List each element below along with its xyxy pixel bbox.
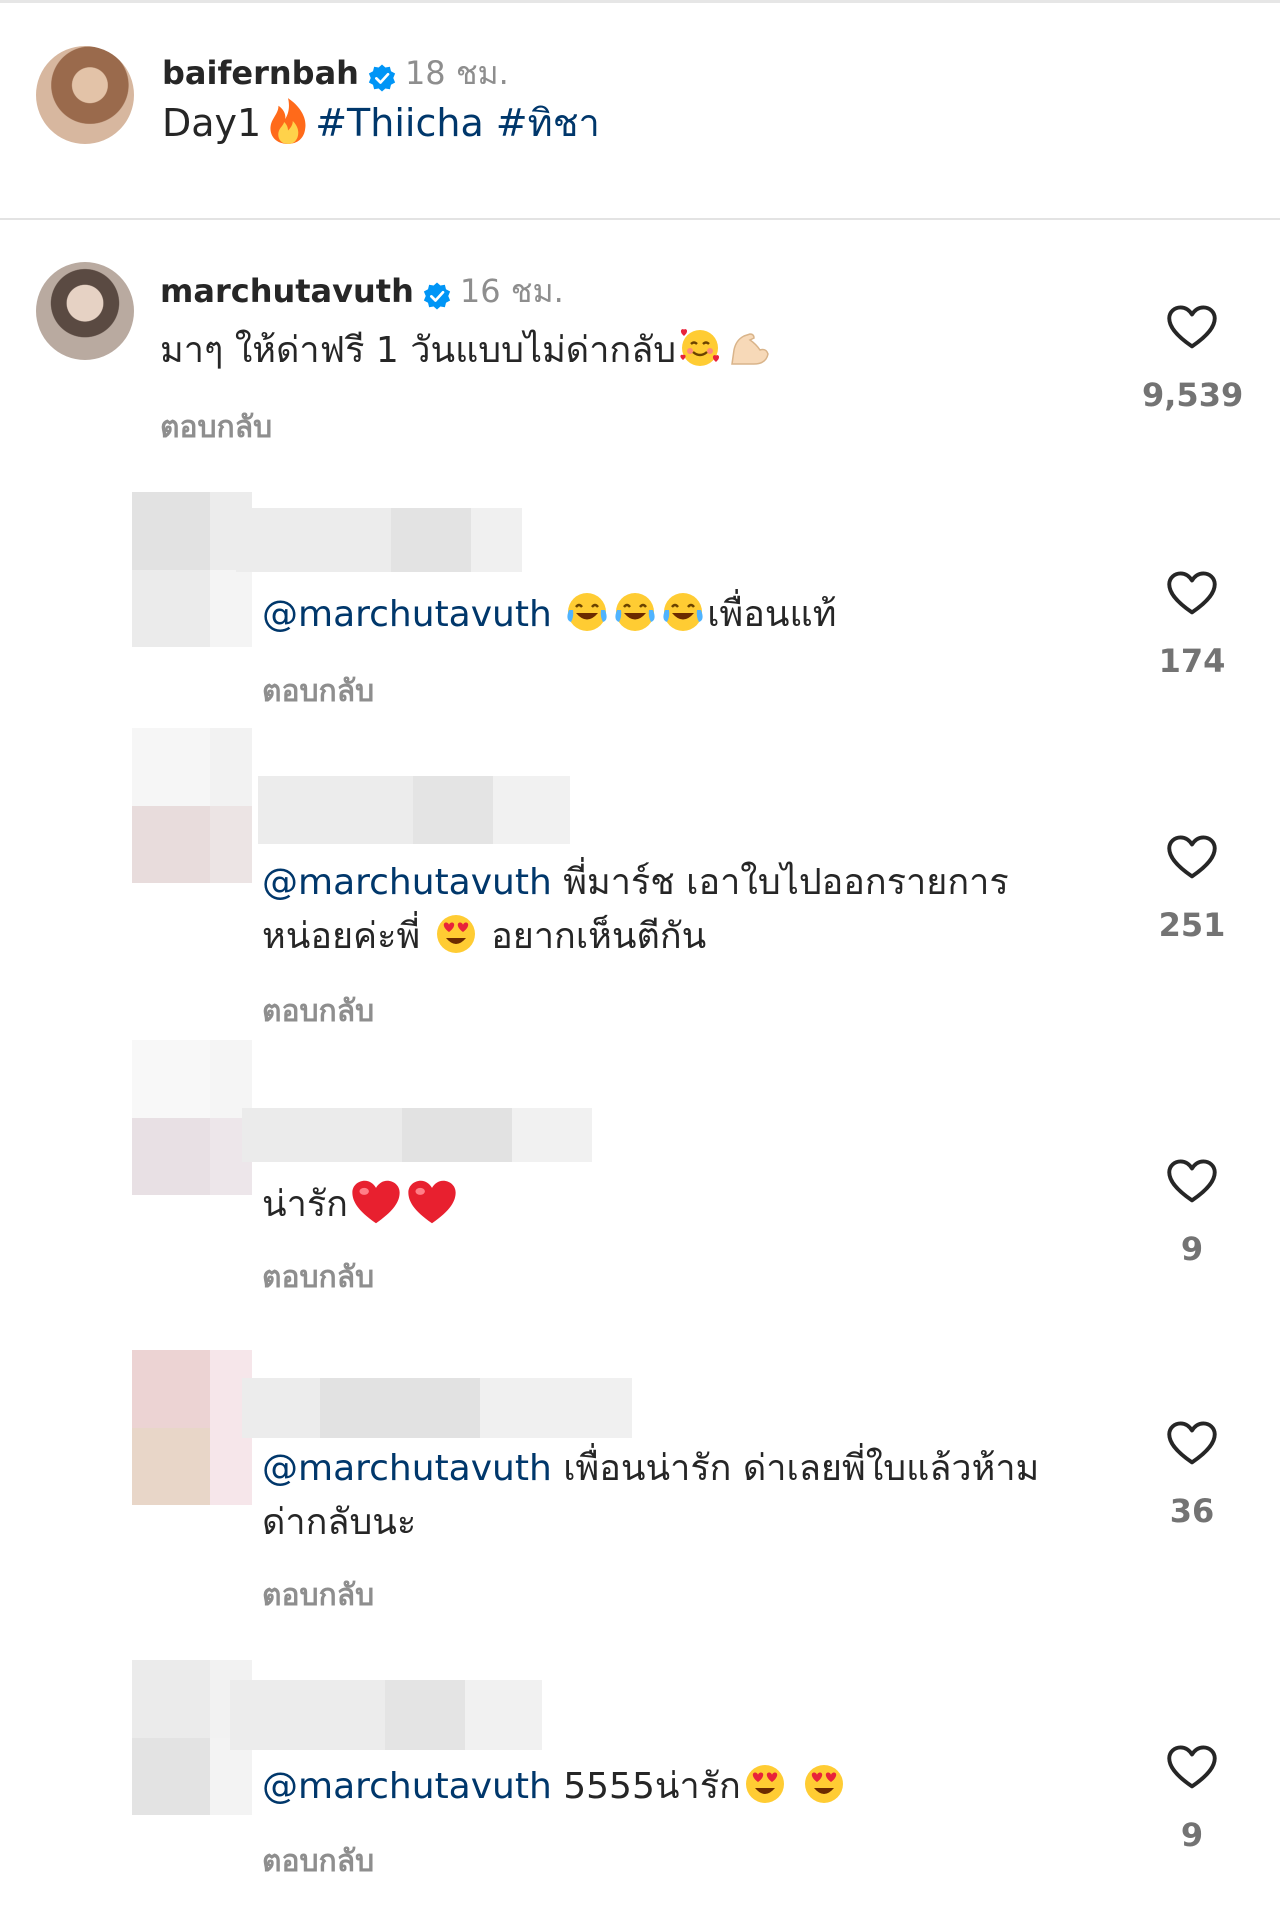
like-count[interactable]: 36 (1142, 1492, 1242, 1530)
heart-eyes-icon (743, 1762, 787, 1806)
username (236, 508, 522, 572)
post-caption: baifernbah 18 ชม. Day1 #Thiicha #ทิชา (36, 46, 1236, 156)
comment-item: @marchutavuth พี่มาร์ช เอาใบไปออกรายการ … (0, 728, 1280, 1048)
comment-text-line: @marchutavuth พี่มาร์ช เอาใบไปออกรายการ (262, 856, 1009, 910)
fire-icon (267, 96, 309, 155)
username (258, 776, 570, 844)
mention-link[interactable]: @marchutavuth (262, 862, 552, 903)
like-count[interactable]: 251 (1142, 906, 1242, 944)
comment-item: @marchutavuth 5555น่ารัก ตอบกลับ 9 (0, 1660, 1280, 1908)
like-block: 9,539 (1142, 302, 1243, 414)
like-block: 9 (1142, 1156, 1242, 1268)
comment-text: อยากเห็นตีกัน (491, 916, 707, 957)
like-count[interactable]: 9 (1142, 1816, 1242, 1854)
avatar[interactable] (36, 262, 134, 360)
username (242, 1378, 632, 1438)
username (242, 1108, 592, 1162)
timestamp: 16 ชม. (459, 272, 564, 310)
like-block: 9 (1142, 1742, 1242, 1854)
comment-text: 5555น่ารัก (563, 1766, 741, 1807)
avatar[interactable] (36, 46, 134, 144)
comment-header: marchutavuth 16 ชม. (160, 266, 564, 317)
comment-text-line: มาๆ ให้ด่าฟรี 1 วันแบบไม่ด่ากลับ (160, 324, 772, 378)
caption-text-line: Day1 #Thiicha #ทิชา (162, 92, 600, 155)
divider (0, 218, 1280, 220)
like-block: 36 (1142, 1418, 1242, 1530)
hashtags[interactable]: #Thiicha #ทิชา (315, 101, 600, 145)
red-heart-icon (350, 1176, 402, 1228)
heart-icon[interactable] (1166, 568, 1218, 620)
caption-text: Day1 (162, 101, 262, 145)
comment-text: หน่อยค่ะพี่ (262, 916, 421, 957)
like-count[interactable]: 174 (1142, 642, 1242, 680)
comment-text: มาๆ ให้ด่าฟรี 1 วันแบบไม่ด่ากลับ (160, 330, 677, 371)
like-count[interactable]: 9 (1142, 1230, 1242, 1268)
comment-text: เพื่อนแท้ (707, 594, 837, 635)
reply-button[interactable]: ตอบกลับ (262, 1254, 374, 1301)
comment-text-line: หน่อยค่ะพี่ อยากเห็นตีกัน (262, 910, 706, 964)
comment-text: น่ารัก (262, 1184, 348, 1225)
avatar (132, 728, 252, 883)
reply-button[interactable]: ตอบกลับ (262, 988, 374, 1035)
verified-icon (422, 281, 452, 315)
smiling-hearts-icon (678, 326, 722, 370)
reply-button[interactable]: ตอบกลับ (160, 404, 272, 451)
top-border (0, 0, 1280, 3)
mention-link[interactable]: @marchutavuth (262, 1766, 552, 1807)
comment-text-line: ด่ากลับนะ (262, 1496, 416, 1550)
comment-text: พี่มาร์ช เอาใบไปออกรายการ (563, 862, 1009, 903)
reply-button[interactable]: ตอบกลับ (262, 668, 374, 715)
avatar (132, 1350, 252, 1505)
like-count[interactable]: 9,539 (1142, 376, 1243, 414)
laugh-icon (565, 590, 609, 634)
comment-text-line: @marchutavuth เพื่อนน่ารัก ด่าเลยพี่ใบแล… (262, 1442, 1039, 1496)
heart-icon[interactable] (1166, 1156, 1218, 1208)
like-block: 251 (1142, 832, 1242, 944)
heart-icon[interactable] (1166, 1742, 1218, 1794)
heart-icon[interactable] (1166, 832, 1218, 884)
like-block: 174 (1142, 568, 1242, 680)
avatar (132, 492, 252, 647)
comment-item: @marchutavuth เพื่อนน่ารัก ด่าเลยพี่ใบแล… (0, 1350, 1280, 1650)
mention-link[interactable]: @marchutavuth (262, 594, 552, 635)
username[interactable]: marchutavuth (160, 272, 414, 310)
comment-text-line: น่ารัก (262, 1176, 460, 1232)
heart-eyes-icon (434, 912, 478, 956)
laugh-icon (661, 590, 705, 634)
reply-button[interactable]: ตอบกลับ (262, 1572, 374, 1619)
timestamp: 18 ชม. (404, 54, 509, 92)
heart-eyes-icon (802, 1762, 846, 1806)
laugh-icon (613, 590, 657, 634)
red-heart-icon (406, 1176, 458, 1228)
comment-text-line: @marchutavuth เพื่อนแท้ (262, 588, 836, 642)
reply-button[interactable]: ตอบกลับ (262, 1838, 374, 1885)
heart-icon[interactable] (1166, 302, 1218, 354)
comment-item: marchutavuth 16 ชม. มาๆ ให้ด่าฟรี 1 วันแบ… (0, 262, 1280, 452)
avatar (132, 1040, 252, 1195)
comment-item: @marchutavuth เพื่อนแท้ ตอบกลับ 174 (0, 492, 1280, 722)
comment-text: ด่ากลับนะ (262, 1502, 417, 1543)
muscle-icon (726, 326, 770, 370)
username (230, 1680, 542, 1750)
username[interactable]: baifernbah (162, 54, 359, 92)
comment-item: น่ารัก ตอบกลับ 9 (0, 1040, 1280, 1310)
comment-text-line: @marchutavuth 5555น่ารัก (262, 1760, 848, 1814)
heart-icon[interactable] (1166, 1418, 1218, 1470)
comment-text: เพื่อนน่ารัก ด่าเลยพี่ใบแล้วห้าม (563, 1448, 1040, 1489)
mention-link[interactable]: @marchutavuth (262, 1448, 552, 1489)
